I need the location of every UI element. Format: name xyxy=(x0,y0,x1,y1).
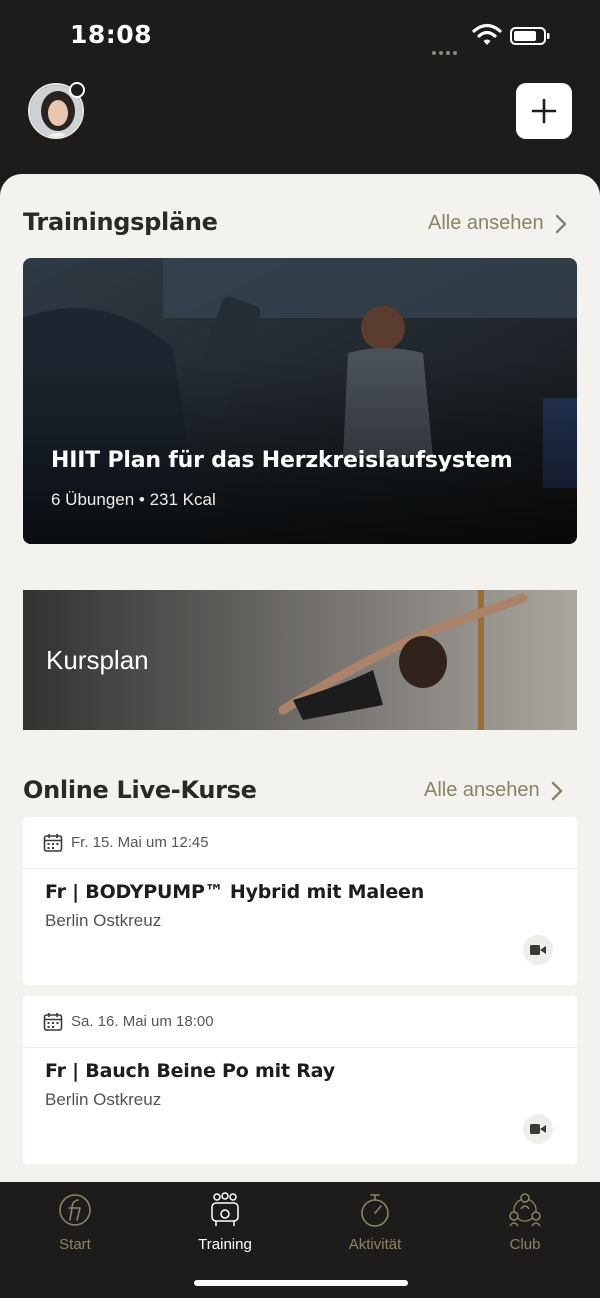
status-time: 18:08 xyxy=(70,20,153,49)
calendar-icon xyxy=(43,833,63,852)
training-plans-heading: Trainingspläne xyxy=(23,208,218,236)
training-plan-card[interactable]: HIIT Plan für das Herzkreislaufsystem 6 … xyxy=(23,258,577,544)
see-all-label: Alle ansehen xyxy=(424,779,540,801)
live-course-title: Fr | BODYPUMP™ Hybrid mit Maleen xyxy=(45,881,425,903)
content-sheet: Trainingspläne Alle ansehen HIIT Plan fü… xyxy=(0,174,600,1182)
live-courses-heading: Online Live-Kurse xyxy=(23,776,257,804)
training-plans-see-all-link[interactable]: Alle ansehen xyxy=(428,212,568,235)
live-course-location: Berlin Ostkreuz xyxy=(45,1090,162,1109)
tab-label: Club xyxy=(509,1236,541,1253)
live-course-card[interactable]: Fr. 15. Mai um 12:45 Fr | BODYPUMP™ Hybr… xyxy=(23,817,577,985)
wifi-icon xyxy=(472,23,502,45)
brand-logo-icon xyxy=(59,1194,91,1226)
live-course-date-row: Sa. 16. Mai um 18:00 xyxy=(23,996,577,1048)
cellular-signal-icon xyxy=(432,40,462,55)
plan-title: HIIT Plan für das Herzkreislaufsystem xyxy=(51,448,513,473)
chevron-right-icon xyxy=(551,781,563,800)
status-bar: 18:08 xyxy=(0,0,600,72)
course-plan-banner[interactable]: Kursplan xyxy=(23,590,577,730)
tab-training[interactable]: Training xyxy=(165,1192,285,1262)
live-course-date: Fr. 15. Mai um 12:45 xyxy=(71,834,209,851)
tab-bar: Start Training Aktivität Club xyxy=(0,1182,600,1298)
tab-aktivitaet[interactable]: Aktivität xyxy=(315,1192,435,1262)
plan-meta: 6 Übungen • 231 Kcal xyxy=(51,490,216,509)
calendar-icon xyxy=(43,1012,63,1031)
tab-start[interactable]: Start xyxy=(15,1192,135,1262)
notification-dot xyxy=(69,82,85,98)
home-indicator[interactable] xyxy=(194,1280,408,1286)
live-courses-see-all-link[interactable]: Alle ansehen xyxy=(424,779,564,802)
video-camera-icon xyxy=(523,935,553,965)
plus-icon xyxy=(531,98,557,124)
training-icon xyxy=(211,1192,239,1226)
tab-label: Training xyxy=(198,1236,252,1253)
tab-club[interactable]: Club xyxy=(465,1192,585,1262)
add-button[interactable] xyxy=(516,83,572,139)
live-course-title: Fr | Bauch Beine Po mit Ray xyxy=(45,1060,335,1082)
chevron-right-icon xyxy=(555,214,567,233)
live-course-date-row: Fr. 15. Mai um 12:45 xyxy=(23,817,577,869)
stopwatch-icon xyxy=(361,1194,389,1227)
course-plan-label: Kursplan xyxy=(46,645,149,675)
live-course-location: Berlin Ostkreuz xyxy=(45,911,162,930)
club-icon xyxy=(509,1193,541,1227)
tab-label: Start xyxy=(59,1236,91,1253)
tab-label: Aktivität xyxy=(348,1236,402,1253)
video-camera-icon xyxy=(523,1114,553,1144)
see-all-label: Alle ansehen xyxy=(428,212,544,234)
live-course-date: Sa. 16. Mai um 18:00 xyxy=(71,1013,214,1030)
battery-icon xyxy=(510,27,550,45)
live-course-card[interactable]: Sa. 16. Mai um 18:00 Fr | Bauch Beine Po… xyxy=(23,996,577,1164)
